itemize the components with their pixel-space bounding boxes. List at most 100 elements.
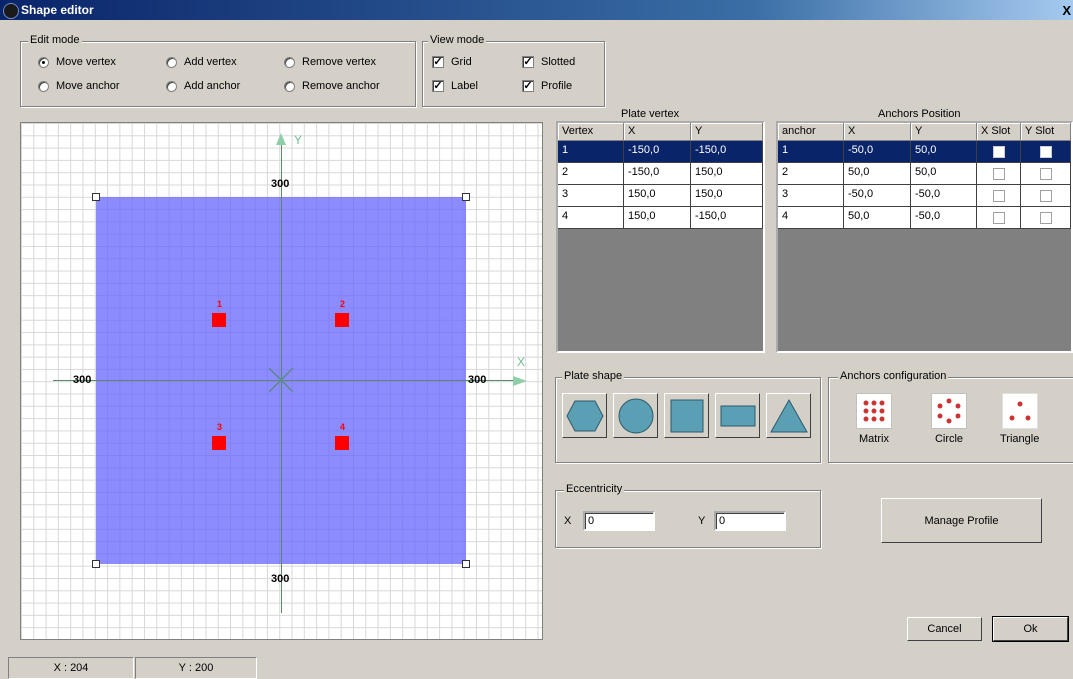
table-row[interactable]: 4 150,0 -150,0 bbox=[558, 207, 763, 229]
table-cell[interactable]: 50,0 bbox=[911, 163, 977, 185]
radio-move-vertex[interactable]: Move vertex bbox=[38, 56, 116, 68]
table-cell[interactable]: -150,0 bbox=[691, 207, 763, 229]
y-slot-checkbox[interactable] bbox=[1039, 211, 1052, 224]
x-slot-cell[interactable] bbox=[977, 207, 1021, 229]
y-slot-cell[interactable] bbox=[1021, 207, 1071, 229]
table-cell[interactable]: -50,0 bbox=[911, 207, 977, 229]
checkbox-label-opt[interactable]: ✓ Label bbox=[432, 80, 478, 92]
check-icon[interactable]: ✓ bbox=[432, 80, 444, 92]
checkbox-profile[interactable]: ✓ Profile bbox=[522, 80, 572, 92]
anchor-point[interactable] bbox=[212, 313, 226, 327]
radio-dot[interactable] bbox=[284, 56, 295, 68]
table-row[interactable]: 2 -150,0 150,0 bbox=[558, 163, 763, 185]
table-row[interactable]: 1 -150,0 -150,0 bbox=[558, 141, 763, 163]
radio-remove-vertex[interactable]: Remove vertex bbox=[284, 56, 376, 68]
eccentricity-y-input[interactable]: 0 bbox=[714, 511, 786, 531]
x-slot-cell[interactable] bbox=[977, 141, 1021, 163]
circle-shape-button[interactable] bbox=[613, 393, 658, 438]
table-row[interactable]: 2 50,0 50,0 bbox=[778, 163, 1071, 185]
anchor-point[interactable] bbox=[212, 436, 226, 450]
table-row[interactable]: 1 -50,0 50,0 bbox=[778, 141, 1071, 163]
matrix-config-button[interactable]: Matrix bbox=[856, 393, 892, 445]
radio-dot[interactable] bbox=[38, 80, 49, 92]
ok-button[interactable]: Ok bbox=[992, 616, 1069, 642]
table-cell[interactable]: -150,0 bbox=[624, 163, 691, 185]
column-header[interactable]: X Slot bbox=[977, 123, 1021, 141]
anchors-position-table[interactable]: anchor X Y X Slot Y Slot 1 -50,0 50,0 2 … bbox=[776, 121, 1073, 353]
column-header[interactable]: Vertex bbox=[558, 123, 624, 141]
radio-dot[interactable] bbox=[38, 56, 49, 68]
vertex-handle[interactable] bbox=[92, 193, 100, 201]
column-header[interactable]: anchor bbox=[778, 123, 844, 141]
table-cell[interactable]: 3 bbox=[778, 185, 844, 207]
square-shape-button[interactable] bbox=[664, 393, 709, 438]
column-header[interactable]: X bbox=[844, 123, 911, 141]
table-cell[interactable]: 150,0 bbox=[624, 185, 691, 207]
table-cell[interactable]: -50,0 bbox=[911, 185, 977, 207]
column-header[interactable]: X bbox=[624, 123, 691, 141]
table-cell[interactable]: 2 bbox=[778, 163, 844, 185]
y-slot-cell[interactable] bbox=[1021, 185, 1071, 207]
triangle-config-button[interactable]: Triangle bbox=[1000, 393, 1039, 445]
anchor-point[interactable] bbox=[335, 436, 349, 450]
rectangle-shape-button[interactable] bbox=[715, 393, 760, 438]
y-slot-checkbox[interactable] bbox=[1039, 145, 1052, 158]
table-cell[interactable]: 4 bbox=[558, 207, 624, 229]
y-slot-cell[interactable] bbox=[1021, 163, 1071, 185]
table-cell[interactable]: -50,0 bbox=[844, 185, 911, 207]
x-slot-cell[interactable] bbox=[977, 163, 1021, 185]
column-header[interactable]: Y Slot bbox=[1021, 123, 1071, 141]
plate-vertex-table[interactable]: Vertex X Y 1 -150,0 -150,0 2 -150,0 150,… bbox=[556, 121, 765, 353]
shape-canvas[interactable]: X Y 300 300 300 300 1 2 3 4 bbox=[20, 122, 543, 640]
x-slot-checkbox[interactable] bbox=[992, 167, 1005, 180]
triangle-shape-button[interactable] bbox=[766, 393, 811, 438]
radio-add-anchor[interactable]: Add anchor bbox=[166, 80, 240, 92]
table-cell[interactable]: 150,0 bbox=[691, 163, 763, 185]
y-slot-checkbox[interactable] bbox=[1039, 189, 1052, 202]
table-cell[interactable]: -150,0 bbox=[624, 141, 691, 163]
table-cell[interactable]: 50,0 bbox=[844, 163, 911, 185]
radio-add-vertex[interactable]: Add vertex bbox=[166, 56, 237, 68]
table-cell[interactable]: 3 bbox=[558, 185, 624, 207]
vertex-handle[interactable] bbox=[462, 193, 470, 201]
x-slot-checkbox[interactable] bbox=[992, 145, 1005, 158]
table-cell[interactable]: 50,0 bbox=[911, 141, 977, 163]
table-cell[interactable]: 50,0 bbox=[844, 207, 911, 229]
table-cell[interactable]: 1 bbox=[558, 141, 624, 163]
radio-remove-anchor[interactable]: Remove anchor bbox=[284, 80, 380, 92]
x-slot-checkbox[interactable] bbox=[992, 211, 1005, 224]
checkbox-grid[interactable]: ✓ Grid bbox=[432, 56, 472, 68]
eccentricity-x-input[interactable]: 0 bbox=[583, 511, 655, 531]
table-cell[interactable]: 1 bbox=[778, 141, 844, 163]
check-icon[interactable]: ✓ bbox=[522, 56, 534, 68]
x-slot-cell[interactable] bbox=[977, 185, 1021, 207]
check-icon[interactable]: ✓ bbox=[432, 56, 444, 68]
check-icon[interactable]: ✓ bbox=[522, 80, 534, 92]
anchor-point[interactable] bbox=[335, 313, 349, 327]
cancel-button[interactable]: Cancel bbox=[907, 617, 982, 641]
radio-dot[interactable] bbox=[166, 56, 177, 68]
table-cell[interactable]: 150,0 bbox=[624, 207, 691, 229]
radio-dot[interactable] bbox=[166, 80, 177, 92]
circle-config-button[interactable]: Circle bbox=[931, 393, 967, 445]
x-slot-checkbox[interactable] bbox=[992, 189, 1005, 202]
close-icon[interactable]: X bbox=[1062, 3, 1071, 18]
table-cell[interactable]: 150,0 bbox=[691, 185, 763, 207]
table-cell[interactable]: -150,0 bbox=[691, 141, 763, 163]
table-cell[interactable]: 4 bbox=[778, 207, 844, 229]
vertex-handle[interactable] bbox=[92, 560, 100, 568]
table-row[interactable]: 3 -50,0 -50,0 bbox=[778, 185, 1071, 207]
table-cell[interactable]: 2 bbox=[558, 163, 624, 185]
table-cell[interactable]: -50,0 bbox=[844, 141, 911, 163]
radio-dot[interactable] bbox=[284, 80, 295, 92]
y-slot-checkbox[interactable] bbox=[1039, 167, 1052, 180]
column-header[interactable]: Y bbox=[691, 123, 763, 141]
hexagon-shape-button[interactable] bbox=[562, 393, 607, 438]
table-row[interactable]: 3 150,0 150,0 bbox=[558, 185, 763, 207]
y-slot-cell[interactable] bbox=[1021, 141, 1071, 163]
checkbox-slotted[interactable]: ✓ Slotted bbox=[522, 56, 575, 68]
vertex-handle[interactable] bbox=[462, 560, 470, 568]
manage-profile-button[interactable]: Manage Profile bbox=[881, 498, 1042, 543]
radio-move-anchor[interactable]: Move anchor bbox=[38, 80, 120, 92]
table-row[interactable]: 4 50,0 -50,0 bbox=[778, 207, 1071, 229]
